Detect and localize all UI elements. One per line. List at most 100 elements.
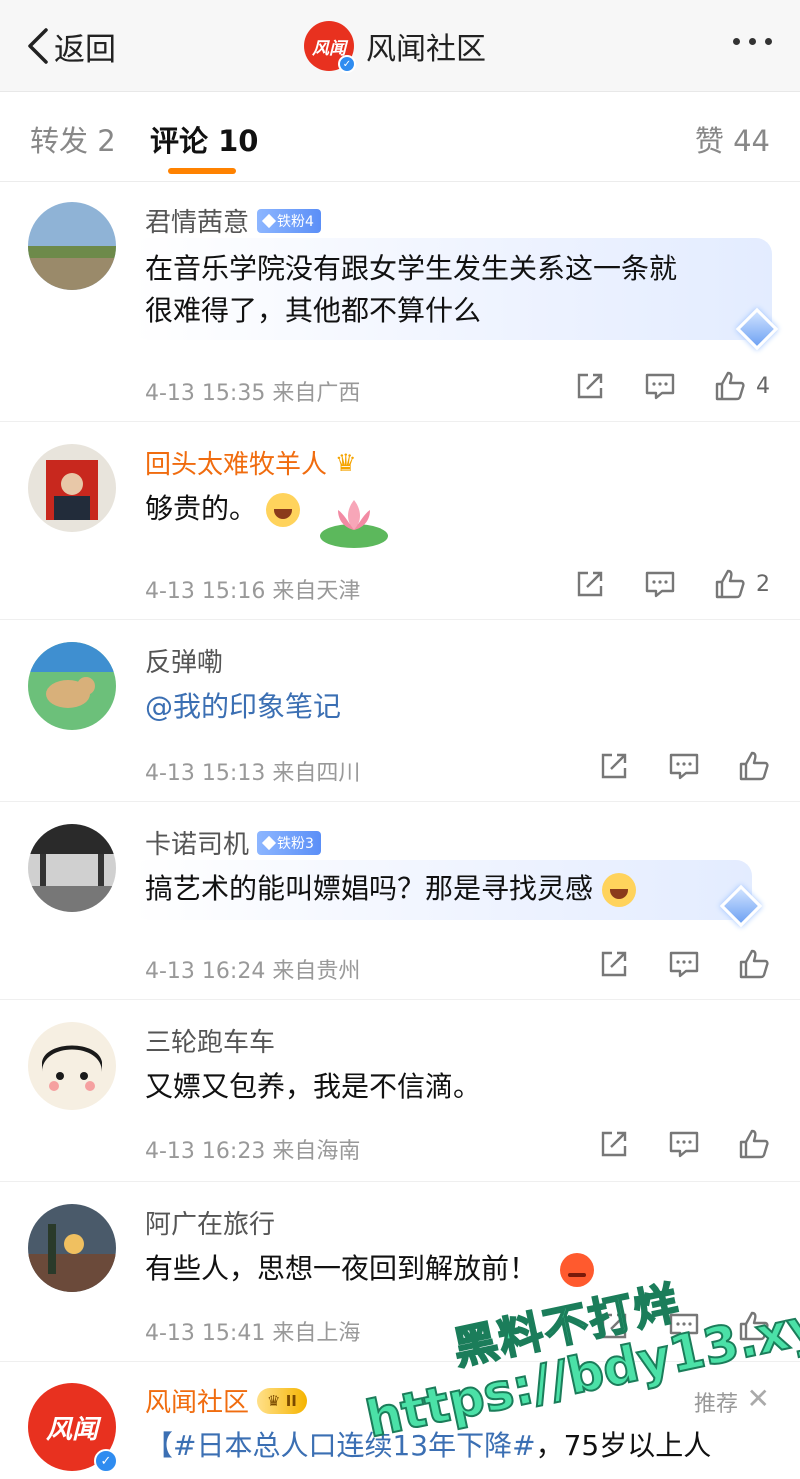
comment-icon [645, 373, 675, 400]
like-button[interactable]: 4 [714, 370, 770, 402]
comment-text: 搞艺术的能叫嫖娼吗？那是寻找灵感 [145, 868, 636, 910]
close-icon[interactable]: ✕ [747, 1382, 770, 1415]
share-icon [577, 373, 603, 399]
thumbs-up-icon [739, 1311, 769, 1341]
comment-icon [669, 753, 699, 780]
thumbs-up-icon [739, 751, 769, 781]
lotus-decoration-icon [320, 500, 388, 548]
comment-username[interactable]: 卡诺司机 铁粉3 [145, 824, 321, 861]
reply-button[interactable] [668, 750, 700, 782]
reply-button[interactable] [668, 1128, 700, 1160]
promo-text[interactable]: 【#日本总人口连续13年下降#，75岁以上人 [145, 1424, 711, 1464]
comment-meta: 4-13 15:13 来自四川 [145, 761, 361, 786]
promo-username[interactable]: 风闻社区 ♛ II [145, 1382, 307, 1419]
chevron-left-icon [28, 28, 48, 64]
comment-meta: 4-13 16:24 来自贵州 [145, 959, 361, 984]
comment-actions [560, 948, 770, 980]
cry-laugh-emoji-icon [601, 873, 636, 907]
avatar[interactable] [28, 824, 116, 912]
share-icon [601, 951, 627, 977]
thumbs-up-icon [739, 1129, 769, 1159]
share-button[interactable] [598, 1128, 630, 1160]
share-icon [577, 571, 603, 597]
comment-text: 够贵的。 [145, 488, 300, 530]
avatar[interactable] [28, 1022, 116, 1110]
avatar[interactable] [28, 202, 116, 290]
comment-item: 回头太难牧羊人 ♛ 够贵的。 4-13 15:16 来自天津 2 [0, 422, 800, 620]
like-button[interactable] [738, 948, 770, 980]
like-button[interactable] [738, 1310, 770, 1342]
comment-meta: 4-13 16:23 来自海南 [145, 1139, 361, 1164]
comment-meta: 4-13 15:16 来自天津 [145, 579, 361, 604]
share-icon [601, 1313, 627, 1339]
share-button[interactable] [574, 568, 606, 600]
share-button[interactable] [574, 370, 606, 402]
like-count: 4 [756, 373, 770, 399]
comment-item: 阿广在旅行 有些人，思想一夜回到解放前！ 4-13 15:41 来自上海 [0, 1182, 800, 1362]
comment-icon [669, 1313, 699, 1340]
comment-username[interactable]: 三轮跑车车 [145, 1022, 275, 1059]
comment-username[interactable]: 君情茜意 铁粉4 [145, 202, 321, 239]
avatar[interactable] [28, 444, 116, 532]
share-button[interactable] [598, 1310, 630, 1342]
fan-badge: 铁粉4 [257, 208, 321, 233]
laugh-emoji-icon [265, 493, 300, 527]
crown-icon: ♛ [335, 448, 357, 477]
comment-actions: 4 [536, 370, 770, 402]
comment-icon [669, 951, 699, 978]
tab-forward[interactable]: 转发 2 [30, 118, 116, 160]
comment-item: 反弹嘞 @我的印象笔记 4-13 15:13 来自四川 [0, 620, 800, 802]
share-button[interactable] [598, 750, 630, 782]
comment-actions [560, 750, 770, 782]
reply-button[interactable] [644, 568, 676, 600]
recommend-tag: 推荐 [693, 1392, 738, 1417]
like-button[interactable]: 2 [714, 568, 770, 600]
fengwen-avatar[interactable]: 风闻 ✓ [28, 1383, 118, 1473]
comment-text: 在音乐学院没有跟女学生发生关系这一条就 很难得了，其他都不算什么 [145, 252, 678, 327]
verified-icon: ✓ [338, 55, 356, 73]
back-label: 返回 [54, 31, 116, 68]
mention-link[interactable]: @我的印象笔记 [145, 686, 341, 728]
more-icon[interactable] [733, 38, 772, 45]
page-title: 风闻社区 [366, 32, 486, 67]
like-button[interactable] [738, 750, 770, 782]
hashtag-link[interactable]: 【#日本总人口连续13年下降# [145, 1429, 536, 1462]
back-button[interactable]: 返回 [24, 24, 116, 68]
comment-username[interactable]: 反弹嘞 [145, 642, 223, 679]
angry-emoji-icon [559, 1253, 594, 1287]
comment-item: 三轮跑车车 又嫖又包养，我是不信滴。 4-13 16:23 来自海南 [0, 1000, 800, 1182]
reply-button[interactable] [668, 948, 700, 980]
comment-username[interactable]: 回头太难牧羊人 ♛ [145, 444, 357, 481]
thumbs-up-icon [715, 371, 745, 401]
comment-username[interactable]: 阿广在旅行 [145, 1204, 275, 1241]
comment-actions [560, 1310, 770, 1342]
like-button[interactable] [738, 1128, 770, 1160]
comment-icon [669, 1131, 699, 1158]
comment-item: 君情茜意 铁粉4 在音乐学院没有跟女学生发生关系这一条就 很难得了，其他都不算什… [0, 182, 800, 422]
comment-text: 又嫖又包养，我是不信滴。 [145, 1070, 482, 1103]
tab-comment[interactable]: 评论 10 [150, 118, 258, 160]
active-tab-indicator [168, 168, 236, 174]
reply-button[interactable] [644, 370, 676, 402]
tab-bar: 转发 2 评论 10 赞 44 [0, 92, 800, 182]
verified-icon: ✓ [94, 1449, 118, 1473]
vip-badge: ♛ II [257, 1387, 307, 1414]
share-icon [601, 753, 627, 779]
comment-item: 卡诺司机 铁粉3 搞艺术的能叫嫖娼吗？那是寻找灵感 4-13 16:24 来自贵… [0, 802, 800, 1000]
comment-actions [560, 1128, 770, 1160]
reply-button[interactable] [668, 1310, 700, 1342]
comment-icon [645, 571, 675, 598]
comment-actions: 2 [536, 568, 770, 600]
like-count: 2 [756, 571, 770, 597]
avatar[interactable] [28, 1204, 116, 1292]
page-title-group: 风闻 ✓ 风闻社区 [304, 20, 486, 73]
avatar[interactable] [28, 642, 116, 730]
thumbs-up-icon [739, 949, 769, 979]
share-button[interactable] [598, 948, 630, 980]
top-bar: 返回 风闻 ✓ 风闻社区 [0, 0, 800, 92]
comment-meta: 4-13 15:35 来自广西 [145, 381, 361, 406]
share-icon [601, 1131, 627, 1157]
thumbs-up-icon [715, 569, 745, 599]
fan-badge: 铁粉3 [257, 830, 321, 855]
tab-like[interactable]: 赞 44 [695, 118, 770, 160]
